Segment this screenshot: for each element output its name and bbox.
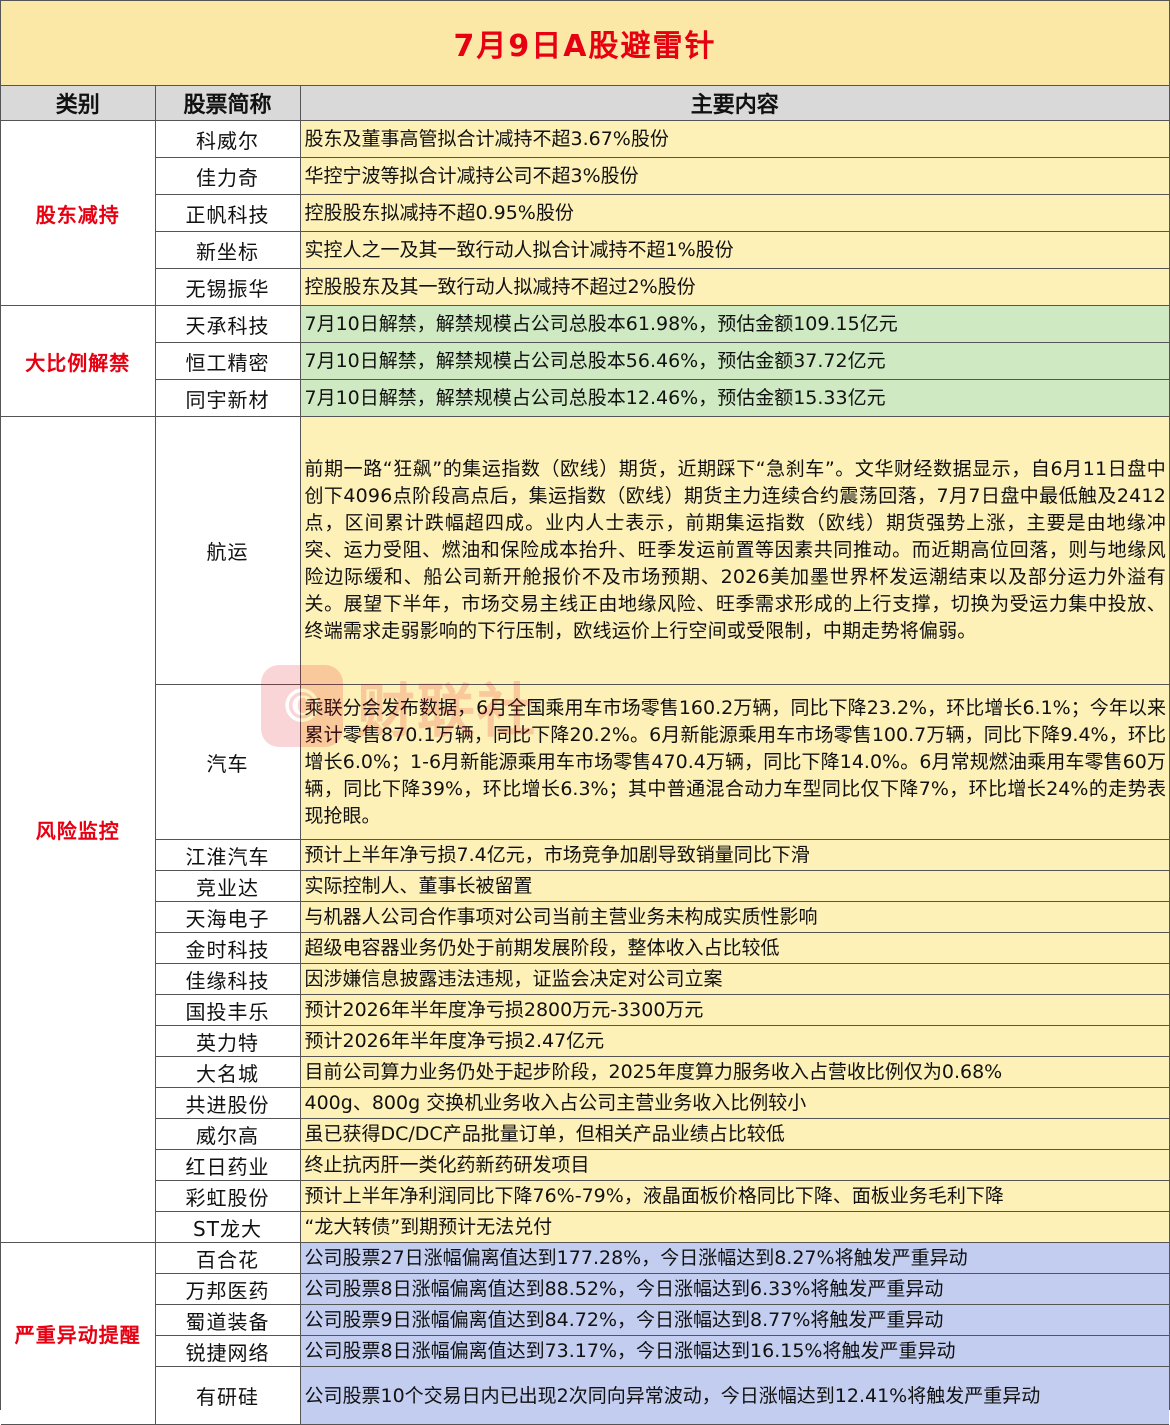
stock-name: 正帆科技 (155, 194, 301, 232)
table-row: 锐捷网络 公司股票8日涨幅偏离值达到73.17%，今日涨幅达到16.15%将触发… (1, 1335, 1169, 1367)
header-stock-name: 股票简称 (154, 86, 301, 121)
row-content: 预计2026年半年度净亏损2.47亿元 (299, 1025, 1169, 1057)
stock-name: 天承科技 (154, 305, 301, 343)
row-content: 公司股票8日涨幅偏离值达到88.52%，今日涨幅达到6.33%将触发严重异动 (299, 1273, 1169, 1305)
stock-name: 无锡振华 (155, 268, 301, 306)
category-large-unlock: 大比例解禁 (1, 305, 156, 417)
stock-name: 金时科技 (155, 932, 301, 964)
row-content: 控股股东拟减持不超0.95%股份 (299, 194, 1169, 232)
table-row: 正帆科技 控股股东拟减持不超0.95%股份 (1, 194, 1169, 232)
row-content: 公司股票10个交易日内已出现2次同向异常波动，今日涨幅达到12.41%将触发严重… (299, 1366, 1169, 1425)
table-row: 大比例解禁 天承科技 7月10日解禁，解禁规模占公司总股本61.98%，预估金额… (1, 305, 1169, 417)
row-content: 公司股票8日涨幅偏离值达到73.17%，今日涨幅达到16.15%将触发严重异动 (299, 1335, 1169, 1367)
table-row: 威尔高 虽已获得DC/DC产品批量订单，但相关产品业绩占比较低 (1, 1118, 1169, 1150)
row-content: 预计上半年净利润同比下降76%-79%，液晶面板价格同比下降、面板业务毛利下降 (299, 1180, 1169, 1212)
row-content: 7月10日解禁，解禁规模占公司总股本61.98%，预估金额109.15亿元 (299, 305, 1169, 343)
table-row: 英力特 预计2026年半年度净亏损2.47亿元 (1, 1025, 1169, 1057)
table-row: 佳缘科技 因涉嫌信息披露违法违规，证监会决定对公司立案 (1, 963, 1169, 995)
stock-name: 恒工精密 (155, 342, 301, 380)
row-content: 华控宁波等拟合计减持公司不超3%股份 (299, 157, 1169, 195)
table-row: 严重异动提醒 百合花 公司股票27日涨幅偏离值达到177.28%，今日涨幅达到8… (1, 1242, 1169, 1425)
stock-name: 万邦医药 (155, 1273, 301, 1305)
stock-name: 汽车 (155, 684, 301, 840)
stock-name: 英力特 (155, 1025, 301, 1057)
header-row: 类别 股票简称 主要内容 (1, 86, 1169, 121)
row-content: 实际控制人、董事长被留置 (299, 870, 1169, 902)
row-content: 控股股东及其一致行动人拟减持不超过2%股份 (299, 268, 1169, 306)
table-row: 红日药业 终止抗丙肝一类化药新药研发项目 (1, 1149, 1169, 1181)
stock-name: 大名城 (155, 1056, 301, 1088)
row-content: 超级电容器业务仍处于前期发展阶段，整体收入占比较低 (299, 932, 1169, 964)
stock-name: 威尔高 (155, 1118, 301, 1150)
row-content: 股东及董事高管拟合计减持不超3.67%股份 (299, 120, 1169, 158)
table-row: 大名城 目前公司算力业务仍处于起步阶段，2025年度算力服务收入占营收比例仅为0… (1, 1056, 1169, 1088)
table-row: 风险监控 航运 前期一路“狂飙”的集运指数（欧线）期货，近期踩下“急刹车”。文华… (1, 416, 1169, 1243)
table-row: 佳力奇 华控宁波等拟合计减持公司不超3%股份 (1, 157, 1169, 195)
header-category: 类别 (1, 86, 156, 121)
stock-name: 锐捷网络 (155, 1335, 301, 1367)
stock-name: 竞业达 (155, 870, 301, 902)
avoid-risk-table-sheet: 7月9日A股避雷针 类别 股票简称 主要内容 股东减持 科威尔 股东及董事高管拟… (0, 0, 1170, 1425)
stock-name: 共进股份 (155, 1087, 301, 1119)
stock-name: 国投丰乐 (155, 994, 301, 1026)
row-content: 预计2026年半年度净亏损2800万元-3300万元 (299, 994, 1169, 1026)
category-severe-abnormal-alert: 严重异动提醒 (1, 1242, 156, 1425)
stock-name: ST龙大 (155, 1211, 301, 1243)
row-content: 预计上半年净亏损7.4亿元，市场竞争加剧导致销量同比下滑 (299, 839, 1169, 871)
table-row: 有研硅 公司股票10个交易日内已出现2次同向异常波动，今日涨幅达到12.41%将… (1, 1366, 1169, 1425)
stock-name: 江淮汽车 (155, 839, 301, 871)
stock-name: 同宇新材 (155, 379, 301, 417)
row-content: 7月10日解禁，解禁规模占公司总股本56.46%，预估金额37.72亿元 (299, 342, 1169, 380)
table-row: 江淮汽车 预计上半年净亏损7.4亿元，市场竞争加剧导致销量同比下滑 (1, 839, 1169, 871)
stock-name: 红日药业 (155, 1149, 301, 1181)
row-content: 与机器人公司合作事项对公司当前主营业务未构成实质性影响 (299, 901, 1169, 933)
category-shareholder-reduction: 股东减持 (1, 120, 156, 306)
page-title: 7月9日A股避雷针 (1, 1, 1169, 86)
table-row: 万邦医药 公司股票8日涨幅偏离值达到88.52%，今日涨幅达到6.33%将触发严… (1, 1273, 1169, 1305)
row-content: 400g、800g 交换机业务收入占公司主营业务收入比例较小 (299, 1087, 1169, 1119)
stock-name: 天海电子 (155, 901, 301, 933)
table-row: 天海电子 与机器人公司合作事项对公司当前主营业务未构成实质性影响 (1, 901, 1169, 933)
table-row: 恒工精密 7月10日解禁，解禁规模占公司总股本56.46%，预估金额37.72亿… (1, 342, 1169, 380)
stock-name: 航运 (154, 416, 301, 685)
table-row: 新坐标 实控人之一及其一致行动人拟合计减持不超1%股份 (1, 231, 1169, 269)
row-content: 前期一路“狂飙”的集运指数（欧线）期货，近期踩下“急刹车”。文华财经数据显示，自… (299, 416, 1169, 685)
table-row: 同宇新材 7月10日解禁，解禁规模占公司总股本12.46%，预估金额15.33亿… (1, 379, 1169, 417)
stock-name: 科威尔 (154, 120, 301, 158)
header-main-content: 主要内容 (299, 86, 1169, 121)
stock-name: 新坐标 (155, 231, 301, 269)
row-content: 乘联分会发布数据，6月全国乘用车市场零售160.2万辆，同比下降23.2%，环比… (299, 684, 1169, 840)
table-row: 汽车 乘联分会发布数据，6月全国乘用车市场零售160.2万辆，同比下降23.2%… (1, 684, 1169, 840)
row-content: 因涉嫌信息披露违法违规，证监会决定对公司立案 (299, 963, 1169, 995)
table-row: 彩虹股份 预计上半年净利润同比下降76%-79%，液晶面板价格同比下降、面板业务… (1, 1180, 1169, 1212)
row-content: 目前公司算力业务仍处于起步阶段，2025年度算力服务收入占营收比例仅为0.68% (299, 1056, 1169, 1088)
table-row: 蜀道装备 公司股票9日涨幅偏离值达到84.72%，今日涨幅达到8.77%将触发严… (1, 1304, 1169, 1336)
row-content: 7月10日解禁，解禁规模占公司总股本12.46%，预估金额15.33亿元 (299, 379, 1169, 417)
stock-name: 彩虹股份 (155, 1180, 301, 1212)
row-content: 终止抗丙肝一类化药新药研发项目 (299, 1149, 1169, 1181)
category-risk-monitoring: 风险监控 (1, 416, 156, 1243)
stock-name: 佳缘科技 (155, 963, 301, 995)
table-row: 金时科技 超级电容器业务仍处于前期发展阶段，整体收入占比较低 (1, 932, 1169, 964)
row-content: “龙大转债”到期预计无法兑付 (299, 1211, 1169, 1243)
risk-table: 类别 股票简称 主要内容 股东减持 科威尔 股东及董事高管拟合计减持不超3.67… (1, 86, 1169, 1425)
stock-name: 有研硅 (155, 1366, 301, 1425)
table-row: 国投丰乐 预计2026年半年度净亏损2800万元-3300万元 (1, 994, 1169, 1026)
table-row: 股东减持 科威尔 股东及董事高管拟合计减持不超3.67%股份 (1, 120, 1169, 306)
row-content: 公司股票9日涨幅偏离值达到84.72%，今日涨幅达到8.77%将触发严重异动 (299, 1304, 1169, 1336)
stock-name: 蜀道装备 (155, 1304, 301, 1336)
table-row: ST龙大 “龙大转债”到期预计无法兑付 (1, 1211, 1169, 1243)
table-row: 竞业达 实际控制人、董事长被留置 (1, 870, 1169, 902)
table-row: 共进股份 400g、800g 交换机业务收入占公司主营业务收入比例较小 (1, 1087, 1169, 1119)
stock-name: 百合花 (154, 1242, 301, 1274)
row-content: 虽已获得DC/DC产品批量订单，但相关产品业绩占比较低 (299, 1118, 1169, 1150)
row-content: 公司股票27日涨幅偏离值达到177.28%，今日涨幅达到8.27%将触发严重异动 (299, 1242, 1169, 1274)
row-content: 实控人之一及其一致行动人拟合计减持不超1%股份 (299, 231, 1169, 269)
stock-name: 佳力奇 (155, 157, 301, 195)
table-row: 无锡振华 控股股东及其一致行动人拟减持不超过2%股份 (1, 268, 1169, 306)
